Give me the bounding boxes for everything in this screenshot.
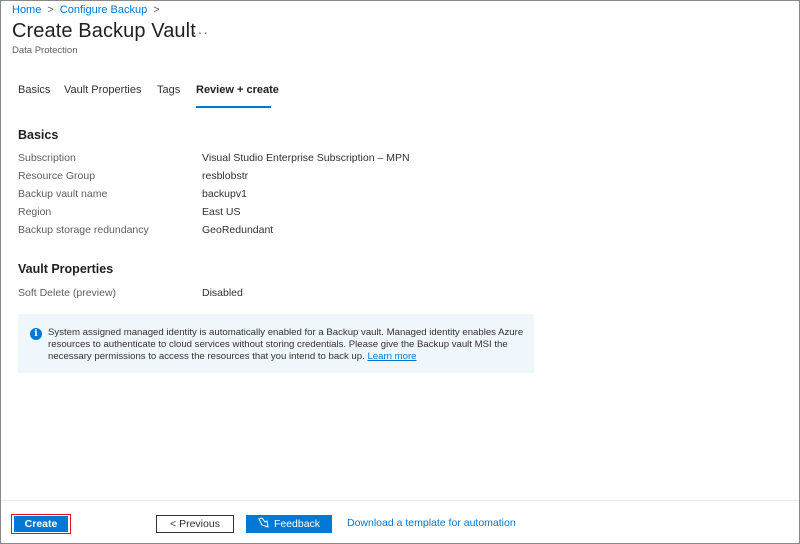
row-value: resblobstr [202,170,249,182]
row-value: East US [202,206,241,218]
chevron-right-icon: > [153,4,160,16]
row-value: Disabled [202,287,243,299]
row-label: Region [18,206,52,218]
download-template-link[interactable]: Download a template for automation [347,517,516,529]
breadcrumb: Home > Configure Backup > [12,2,166,18]
page-title: Create Backup Vault [12,20,196,42]
tab-tags[interactable]: Tags [157,84,196,102]
breadcrumb-configure-backup-link[interactable]: Configure Backup [60,4,147,16]
breadcrumb-home-link[interactable]: Home [12,4,41,16]
summary-row: Subscription Visual Studio Enterprise Su… [18,152,410,166]
feedback-label: Feedback [273,518,321,530]
page-subtitle: Data Protection [12,45,78,56]
summary-row: Resource Group resblobstr [18,170,248,184]
row-label: Backup vault name [18,188,108,200]
row-label: Backup storage redundancy [18,224,149,236]
row-value: GeoRedundant [202,224,274,236]
tab-review-create[interactable]: Review + create [196,84,286,108]
wizard-tabs: Basics Vault Properties Tags Review + cr… [18,84,286,108]
section-title-basics: Basics [18,128,59,142]
section-title-vault-properties: Vault Properties [18,262,114,276]
previous-button[interactable]: < Previous [156,515,234,533]
row-value: Visual Studio Enterprise Subscription – … [202,152,410,164]
create-button[interactable]: Create [14,516,68,532]
info-icon: i [30,328,42,340]
summary-row: Region East US [18,206,241,220]
row-label: Subscription [18,152,76,164]
feedback-button[interactable]: Feedback [246,515,332,533]
more-options-icon[interactable]: ··· [192,24,209,40]
info-banner: i System assigned managed identity is au… [18,314,534,373]
summary-row: Backup vault name backupv1 [18,188,247,202]
chevron-right-icon: > [47,4,54,16]
feedback-icon [258,517,269,531]
footer-divider [1,500,799,501]
learn-more-link[interactable]: Learn more [367,351,416,362]
row-value: backupv1 [202,188,247,200]
summary-row: Soft Delete (preview) Disabled [18,287,243,301]
summary-row: Backup storage redundancy GeoRedundant [18,224,273,238]
window-frame [0,0,800,544]
info-message: System assigned managed identity is auto… [48,327,524,362]
info-text: System assigned managed identity is auto… [48,327,528,363]
row-label: Resource Group [18,170,96,182]
row-label: Soft Delete (preview) [18,287,117,299]
tab-vault-properties[interactable]: Vault Properties [64,84,157,102]
tab-basics[interactable]: Basics [18,84,64,102]
